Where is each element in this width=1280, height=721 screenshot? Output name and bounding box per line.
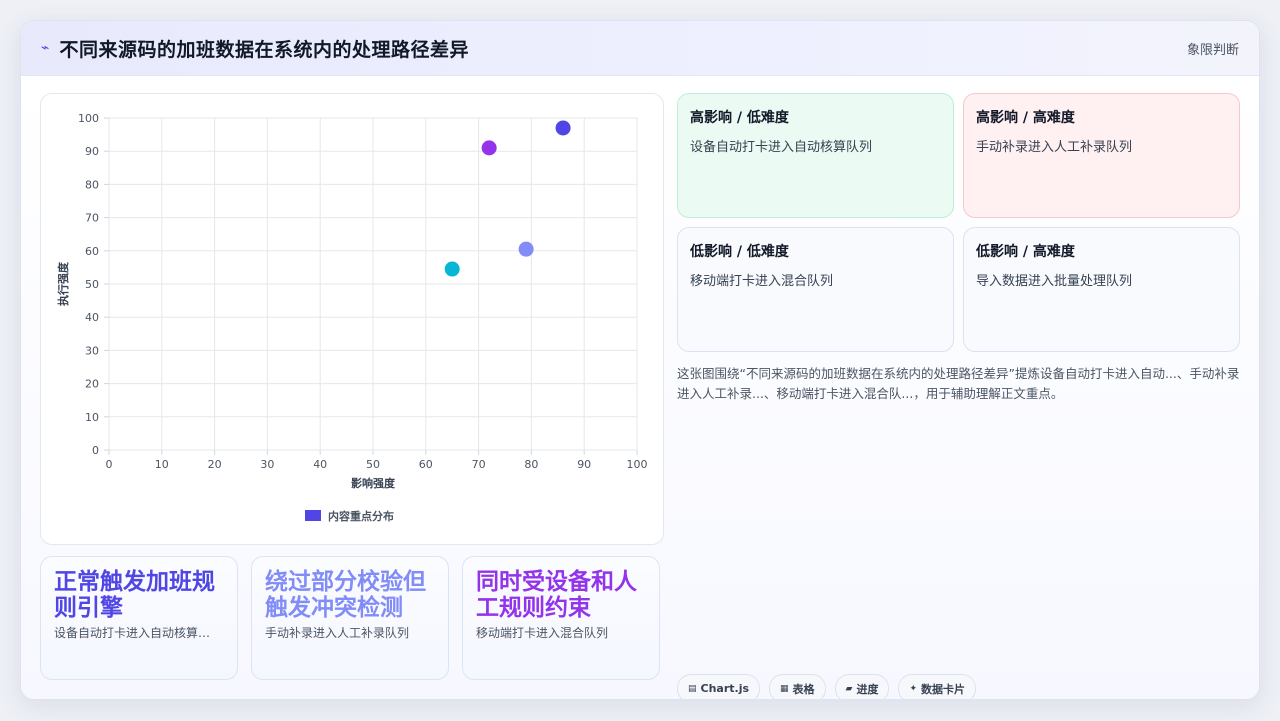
y-tick-label: 80 — [85, 178, 99, 191]
y-tick-label: 70 — [85, 212, 99, 225]
chart-icon: ▤ — [688, 683, 697, 694]
scatter-point — [555, 120, 571, 136]
x-tick-label: 20 — [208, 458, 222, 471]
quadrant-description: 手动补录进入人工补录队列 — [976, 140, 1133, 155]
sparkle-icon: ✦ — [909, 683, 918, 694]
quadrant-title: 低影响 / 低难度 — [690, 244, 789, 260]
chip-label: 表格 — [792, 682, 815, 696]
table-icon: ▦ — [780, 683, 789, 694]
x-tick-label: 100 — [627, 458, 648, 471]
x-tick-label: 60 — [419, 458, 433, 471]
summary-text: 这张图围绕“不同来源码的加班数据在系统内的处理路径差异”提炼设备自动打卡进入自动… — [677, 366, 1240, 401]
stat-card-1: 正常触发加班规则引擎 设备自动打卡进入自动核算队列 — [40, 556, 238, 680]
y-tick-label: 10 — [85, 411, 99, 424]
chip-label: Chart.js — [700, 682, 750, 695]
y-tick-label: 0 — [92, 444, 99, 457]
y-tick-label: 30 — [85, 344, 99, 357]
quadrant-description: 导入数据进入批量处理队列 — [976, 274, 1133, 289]
quadrant-low-impact-low-difficulty[interactable]: 低影响 / 低难度 移动端打卡进入混合队列 — [677, 227, 954, 352]
x-tick-label: 80 — [524, 458, 538, 471]
x-tick-label: 70 — [472, 458, 486, 471]
quadrant-description: 移动端打卡进入混合队列 — [690, 274, 834, 289]
legend-swatch — [305, 510, 321, 521]
x-tick-label: 0 — [106, 458, 113, 471]
scatter-chart: 0 10 20 30 40 50 60 70 80 90 100 0 10 20 30 40 50 60 70 80 9… — [56, 112, 648, 523]
x-tick-label: 50 — [366, 458, 380, 471]
y-tick-label: 50 — [85, 278, 99, 291]
chip-progress[interactable]: ▰ 进度 — [834, 674, 890, 699]
y-tick-label: 100 — [78, 112, 99, 125]
tech-chips: ▤ Chart.js ▦ 表格 ▰ 进度 ✦ 数据卡片 — [677, 674, 977, 699]
stat-title: 正常触发加班规则引擎 — [54, 569, 215, 621]
x-axis-label: 影响强度 — [351, 476, 396, 490]
stat-card-3: 同时受设备和人工规则约束 移动端打卡进入混合队列 — [462, 556, 660, 680]
x-tick-label: 90 — [577, 458, 591, 471]
scatter-point — [518, 241, 534, 257]
scatter-point — [481, 140, 497, 156]
folder-icon: ▰ — [845, 683, 853, 694]
header-left: ⌁ 不同来源码的加班数据在系统内的处理路径差异 — [41, 35, 469, 62]
y-tick-label: 60 — [85, 245, 99, 258]
quadrant-title: 高影响 / 低难度 — [690, 110, 789, 126]
scatter-chart-card: 0 10 20 30 40 50 60 70 80 90 100 0 10 20 30 40 50 60 70 80 9… — [40, 93, 664, 545]
content-area: 0 10 20 30 40 50 60 70 80 90 100 0 10 20 30 40 50 60 70 80 9… — [21, 76, 1259, 699]
header-bar: ⌁ 不同来源码的加班数据在系统内的处理路径差异 象限判断 — [21, 21, 1259, 76]
stat-title: 同时受设备和人工规则约束 — [476, 569, 637, 621]
y-axis-label: 执行强度 — [56, 261, 70, 306]
y-tick-label: 40 — [85, 311, 99, 324]
stat-subtitle: 手动补录进入人工补录队列 — [265, 626, 410, 640]
stat-subtitle: 设备自动打卡进入自动核算队列 — [54, 626, 214, 640]
bolt-icon: ⌁ — [41, 40, 50, 56]
x-tick-label: 30 — [260, 458, 274, 471]
x-tick-label: 10 — [155, 458, 169, 471]
x-tick-label: 40 — [313, 458, 327, 471]
stat-title: 绕过部分校验但触发冲突检测 — [265, 569, 426, 621]
y-tick-label: 20 — [85, 378, 99, 391]
legend-label: 内容重点分布 — [328, 509, 394, 523]
chip-label: 数据卡片 — [921, 682, 966, 696]
stat-card-2: 绕过部分校验但触发冲突检测 手动补录进入人工补录队列 — [251, 556, 449, 680]
page-title: 不同来源码的加班数据在系统内的处理路径差异 — [59, 38, 469, 61]
app-frame: ⌁ 不同来源码的加班数据在系统内的处理路径差异 象限判断 0 10 20 30 40 50… — [20, 20, 1260, 700]
chip-chartjs[interactable]: ▤ Chart.js — [677, 674, 761, 699]
quadrant-description: 设备自动打卡进入自动核算队列 — [690, 140, 873, 155]
mode-tag[interactable]: 象限判断 — [1187, 39, 1239, 58]
quadrant-title: 低影响 / 高难度 — [976, 244, 1075, 260]
quadrant-title: 高影响 / 高难度 — [976, 110, 1075, 126]
quadrant-low-impact-high-difficulty[interactable]: 低影响 / 高难度 导入数据进入批量处理队列 — [963, 227, 1240, 352]
scatter-point — [444, 261, 460, 277]
y-tick-label: 90 — [85, 145, 99, 158]
quadrant-high-impact-high-difficulty[interactable]: 高影响 / 高难度 手动补录进入人工补录队列 — [963, 93, 1240, 218]
chip-table[interactable]: ▦ 表格 — [769, 674, 826, 699]
chip-data-cards[interactable]: ✦ 数据卡片 — [898, 674, 977, 699]
chip-label: 进度 — [856, 682, 879, 696]
stat-subtitle: 移动端打卡进入混合队列 — [476, 626, 609, 640]
quadrant-high-impact-low-difficulty[interactable]: 高影响 / 低难度 设备自动打卡进入自动核算队列 — [677, 93, 954, 218]
